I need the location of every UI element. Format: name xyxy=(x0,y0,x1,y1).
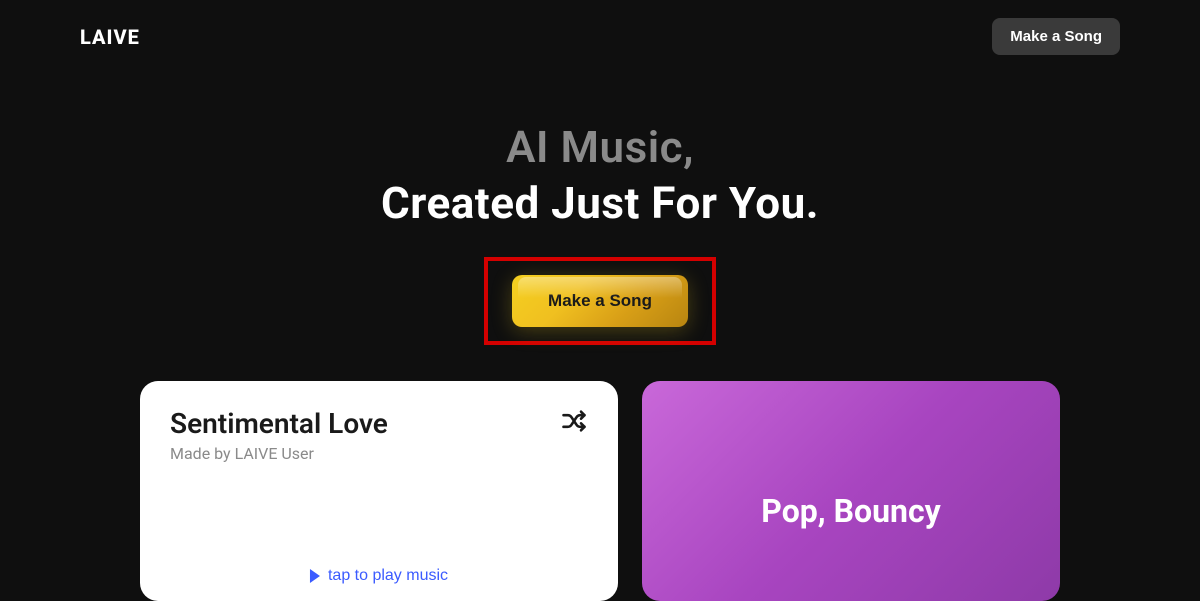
hero-title-line2: Created Just For You. xyxy=(0,177,1200,229)
shuffle-icon[interactable] xyxy=(560,407,588,435)
hero-title-line1: AI Music, xyxy=(0,121,1200,173)
song-card[interactable]: Sentimental Love Made by LAIVE User tap … xyxy=(140,381,618,601)
header: LAIVE Make a Song xyxy=(0,0,1200,73)
play-label: tap to play music xyxy=(328,567,448,585)
hero-section: AI Music, Created Just For You. Make a S… xyxy=(0,121,1200,345)
play-icon xyxy=(310,569,320,583)
cta-highlight-box: Make a Song xyxy=(484,257,716,345)
genre-label: Pop, Bouncy xyxy=(761,492,940,530)
make-song-cta-button[interactable]: Make a Song xyxy=(512,275,688,327)
genre-card[interactable]: Pop, Bouncy xyxy=(642,381,1060,601)
song-title: Sentimental Love xyxy=(170,407,388,440)
cards-row: Sentimental Love Made by LAIVE User tap … xyxy=(0,381,1200,601)
song-subtitle: Made by LAIVE User xyxy=(170,444,388,463)
make-song-header-button[interactable]: Make a Song xyxy=(992,18,1120,55)
play-music-button[interactable]: tap to play music xyxy=(294,559,464,593)
logo[interactable]: LAIVE xyxy=(80,25,140,49)
song-card-header: Sentimental Love Made by LAIVE User xyxy=(170,407,588,463)
